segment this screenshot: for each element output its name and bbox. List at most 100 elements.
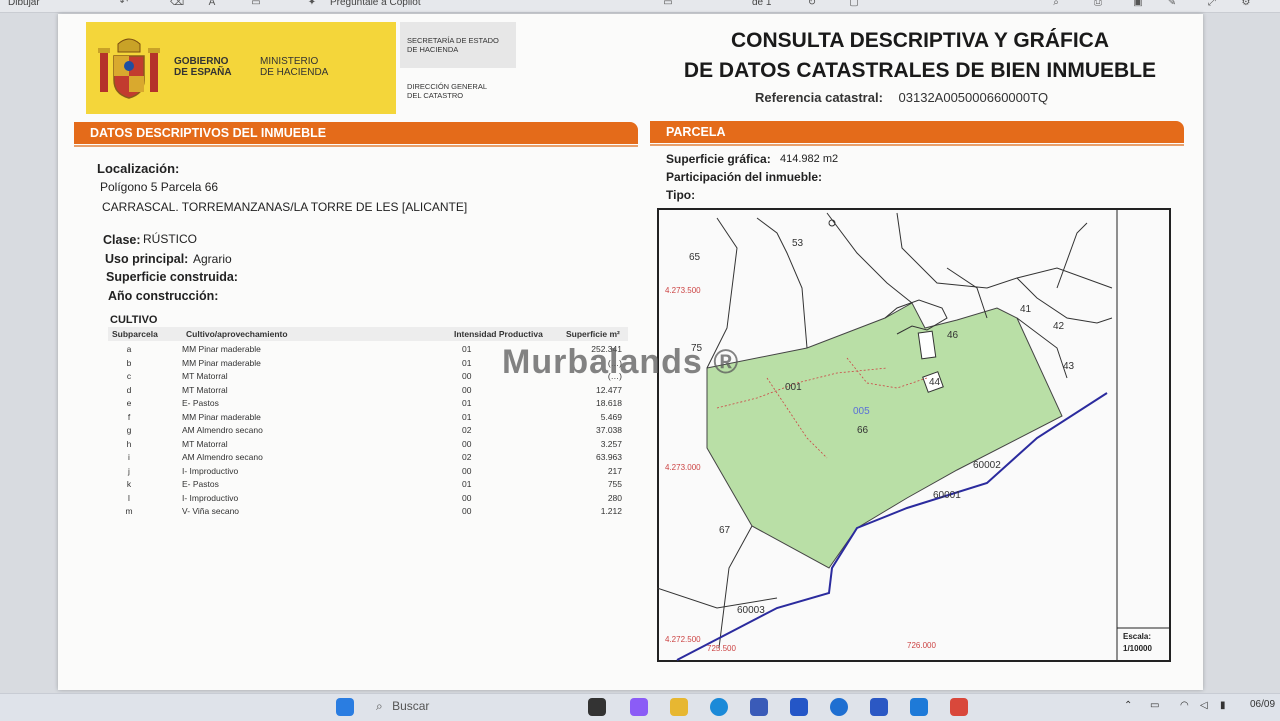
table-row: f MM Pinar maderable 01 5.469 <box>110 412 630 425</box>
cadastral-map: 5365754142434644666700500160002600016000… <box>657 208 1171 662</box>
print-icon[interactable]: ⎙ <box>1092 0 1104 8</box>
parcel-number-label: 60002 <box>973 460 1001 471</box>
parcel-number-label: 65 <box>689 252 701 263</box>
coordinate-label: 725.500 <box>707 644 736 653</box>
intensidad-cell: 00 <box>462 492 472 503</box>
app-icon-3[interactable] <box>870 698 888 716</box>
edge-icon[interactable] <box>710 698 728 716</box>
clase-label: Clase: <box>103 233 141 247</box>
task-view-icon[interactable] <box>588 698 606 716</box>
volume-icon[interactable]: ◁ <box>1200 700 1208 711</box>
cultivo-cell: MT Matorral <box>182 438 228 449</box>
subparcela-cell: d <box>126 384 132 395</box>
escala-value: 1/10000 <box>1123 644 1152 653</box>
superficie-cell: 1.212 <box>600 506 622 516</box>
copilot-icon[interactable]: ✦ <box>306 0 318 8</box>
intensidad-cell: 00 <box>462 384 472 395</box>
cultivo-cell: AM Almendro secano <box>182 425 263 435</box>
cultivo-cell: MM Pinar maderable <box>182 411 261 422</box>
undo-icon[interactable]: ↶ <box>118 0 130 8</box>
pdf-toolbar: Dibujar ↶ ⌫ A ▭ ✦ Pregúntale a Copilot ▭… <box>0 0 1280 13</box>
wifi-icon[interactable]: ◠ <box>1180 700 1189 711</box>
page-title: CONSULTA DESCRIPTIVA Y GRÁFICA DE DATOS … <box>683 29 1157 82</box>
edit-icon[interactable]: ✎ <box>1166 0 1178 8</box>
text-icon[interactable]: A <box>206 0 218 8</box>
fit-icon[interactable]: ▢ <box>848 0 860 8</box>
battery-level-icon[interactable]: ▮ <box>1220 700 1226 711</box>
intensidad-cell: 01 <box>462 479 472 489</box>
battery-icon[interactable]: ▭ <box>1150 700 1159 711</box>
uso-label: Uso principal: <box>105 252 189 266</box>
draw-tool-label[interactable]: Dibujar <box>8 0 40 8</box>
rotate-icon[interactable]: ↻ <box>806 0 818 8</box>
subparcela-cell: h <box>126 438 132 449</box>
copilot-app-icon[interactable] <box>630 698 648 716</box>
taskbar-search[interactable]: ⌕ Buscar <box>376 699 556 721</box>
settings-icon[interactable]: ⚙ <box>1240 0 1252 8</box>
cultivo-cell: MT Matorral <box>182 371 228 381</box>
gov-logo-block: Gobierno de España Ministerio de Haciend… <box>86 22 396 114</box>
page-prev-icon[interactable]: ▭ <box>662 0 674 8</box>
table-row: l I- Improductivo 00 280 <box>110 493 630 506</box>
search-doc-icon[interactable]: ⌕ <box>1050 0 1062 8</box>
table-row: k E- Pastos 01 755 <box>110 479 630 492</box>
cultivo-cell: AM Almendro secano <box>182 452 263 462</box>
localizacion-line1: Polígono 5 Parcela 66 <box>100 180 219 194</box>
view-icon[interactable]: ▭ <box>250 0 262 8</box>
localizacion-line2: CARRASCAL. TORREMANZANAS/LA TORRE DE LES… <box>102 200 468 214</box>
intensidad-cell: 00 <box>462 438 472 449</box>
save-icon[interactable]: ▣ <box>1132 0 1144 8</box>
superficie-grafica-label: Superficie gráfica: <box>666 152 771 166</box>
cultivo-cell: I- Improductivo <box>182 492 239 503</box>
chevron-up-icon[interactable]: ⌃ <box>1124 700 1132 711</box>
cultivo-title: CULTIVO <box>110 314 158 326</box>
parcel-number-label: 41 <box>1020 304 1032 315</box>
eraser-icon[interactable]: ⌫ <box>170 0 184 8</box>
intensidad-cell: 02 <box>462 425 472 435</box>
file-explorer-icon[interactable] <box>670 698 688 716</box>
start-icon[interactable] <box>336 698 354 716</box>
taskbar-date[interactable]: 06/09 <box>1250 699 1275 710</box>
gmail-icon[interactable] <box>950 698 968 716</box>
uso-value: Agrario <box>193 252 232 266</box>
cultivo-cell: MM Pinar maderable <box>182 344 261 354</box>
windows-taskbar: ⌕ Buscar ⌃ ▭ ◠ ◁ ▮ 06/09 <box>0 693 1280 721</box>
copilot-label[interactable]: Pregúntale a Copilot <box>330 0 421 8</box>
cultivo-table-header: Subparcela Cultivo/aprovechamiento Inten… <box>108 327 628 341</box>
parcel-number-label: 44 <box>929 377 941 388</box>
intensidad-cell: 01 <box>462 398 472 408</box>
subparcela-cell: l <box>128 492 130 503</box>
parcel-number-label: 46 <box>947 330 959 341</box>
intensidad-cell: 00 <box>462 465 472 476</box>
col-intensidad: Intensidad Productiva <box>454 329 543 339</box>
subparcela-cell: b <box>126 357 132 368</box>
tipo-label: Tipo: <box>666 188 696 202</box>
superficie-grafica-value: 414.982 m2 <box>780 153 839 165</box>
fullscreen-icon[interactable]: ⤢ <box>1206 0 1218 8</box>
superficie-cell: 755 <box>607 479 622 489</box>
subparcela-cell: i <box>128 452 130 462</box>
cultivo-cell: E- Pastos <box>182 398 219 408</box>
outlook-icon[interactable] <box>910 698 928 716</box>
coat-of-arms-icon <box>98 38 160 99</box>
store-icon[interactable] <box>750 698 768 716</box>
intensidad-cell: 00 <box>462 371 472 381</box>
coordinate-label: 4.272.500 <box>665 635 701 644</box>
direccion-name: Dirección General del Catastro <box>407 82 488 100</box>
cultivo-cell: I- Improductivo <box>182 465 239 476</box>
table-row: j I- Improductivo 00 217 <box>110 466 630 479</box>
app-icon-1[interactable] <box>790 698 808 716</box>
app-icon-2[interactable] <box>830 698 848 716</box>
subparcela-cell: c <box>126 371 132 381</box>
table-row: g AM Almendro secano 02 37.038 <box>110 425 630 438</box>
search-icon: ⌕ <box>376 699 383 713</box>
parcel-number-label: 43 <box>1063 361 1075 372</box>
anio-construccion-label: Año construcción: <box>108 289 219 303</box>
intensidad-cell: 01 <box>462 344 472 354</box>
parcel-number-label: 60001 <box>933 490 961 501</box>
parcel-number-label: 001 <box>785 382 802 393</box>
cultivo-cell: MT Matorral <box>182 384 228 395</box>
parcel-number-label: 53 <box>792 238 804 249</box>
superficie-cell: 18.618 <box>596 398 622 408</box>
col-superficie: Superficie m² <box>566 329 620 339</box>
